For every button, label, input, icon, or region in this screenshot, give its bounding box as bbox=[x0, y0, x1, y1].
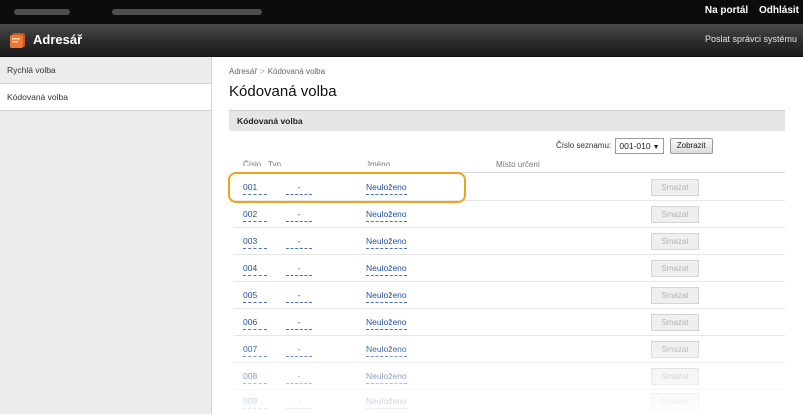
column-header-destination: Místo určení bbox=[496, 160, 541, 169]
delete-button: Smazat bbox=[651, 287, 699, 304]
section-title: Kódovaná volba bbox=[237, 116, 303, 126]
delete-button: Smazat bbox=[651, 393, 699, 410]
delete-button: Smazat bbox=[651, 260, 699, 277]
column-header-name[interactable]: Jméno bbox=[366, 160, 390, 166]
entry-type: - bbox=[286, 344, 312, 357]
blurred-device-info bbox=[112, 9, 262, 15]
entry-number[interactable]: 006 bbox=[243, 317, 267, 330]
breadcrumb: Adresář > Kódovaná volba bbox=[229, 67, 325, 76]
entry-type: - bbox=[286, 182, 312, 195]
table-row: 001 - Neuloženo Smazat bbox=[234, 174, 785, 201]
entry-number[interactable]: 008 bbox=[243, 371, 267, 384]
entry-number[interactable]: 009 bbox=[243, 396, 267, 409]
top-bar: Na portál Odhlásit bbox=[0, 0, 803, 24]
list-number-select[interactable]: 001-010 ▼ bbox=[615, 138, 664, 154]
table-row: 008 - Neuloženo Smazat bbox=[234, 363, 785, 390]
entry-name[interactable]: Neuloženo bbox=[366, 209, 407, 222]
app-header: Adresář Poslat správci systému bbox=[0, 24, 803, 57]
entry-type: - bbox=[286, 371, 312, 384]
entry-number[interactable]: 001 bbox=[243, 182, 267, 195]
delete-button: Smazat bbox=[651, 341, 699, 358]
entry-type: - bbox=[286, 209, 312, 222]
entry-type: - bbox=[286, 317, 312, 330]
breadcrumb-separator: > bbox=[260, 67, 265, 76]
entry-type: - bbox=[286, 236, 312, 249]
table-row: 003 - Neuloženo Smazat bbox=[234, 228, 785, 255]
delete-button: Smazat bbox=[651, 206, 699, 223]
table-row: 005 - Neuloženo Smazat bbox=[234, 282, 785, 309]
entry-name[interactable]: Neuloženo bbox=[366, 263, 407, 276]
sidebar-item-speed-dial[interactable]: Rychlá volba bbox=[0, 57, 211, 84]
entry-name[interactable]: Neuloženo bbox=[366, 396, 407, 409]
breadcrumb-current: Kódovaná volba bbox=[267, 67, 326, 76]
sidebar: Rychlá volba Kódovaná volba bbox=[0, 57, 212, 414]
table-row: 006 - Neuloženo Smazat bbox=[234, 309, 785, 336]
entry-number[interactable]: 005 bbox=[243, 290, 267, 303]
entry-number[interactable]: 004 bbox=[243, 263, 267, 276]
table-row: 004 - Neuloženo Smazat bbox=[234, 255, 785, 282]
show-button[interactable]: Zobrazit bbox=[669, 138, 713, 154]
entry-name[interactable]: Neuloženo bbox=[366, 371, 407, 384]
logout-link[interactable]: Odhlásit bbox=[759, 5, 799, 16]
list-selector: Číslo seznamu: 001-010 ▼ Zobrazit bbox=[556, 138, 713, 154]
delete-button: Smazat bbox=[651, 233, 699, 250]
delete-button: Smazat bbox=[651, 179, 699, 196]
blurred-device-name bbox=[14, 9, 70, 15]
entry-name[interactable]: Neuloženo bbox=[366, 236, 407, 249]
sidebar-item-coded-dial[interactable]: Kódovaná volba bbox=[0, 84, 211, 111]
portal-link[interactable]: Na portál bbox=[705, 5, 748, 16]
breadcrumb-parent[interactable]: Adresář bbox=[229, 67, 257, 76]
column-header-type[interactable]: Typ bbox=[268, 160, 281, 166]
entry-number[interactable]: 007 bbox=[243, 344, 267, 357]
chevron-down-icon: ▼ bbox=[652, 144, 660, 151]
delete-button: Smazat bbox=[651, 368, 699, 385]
table-row: 007 - Neuloženo Smazat bbox=[234, 336, 785, 363]
entry-name[interactable]: Neuloženo bbox=[366, 290, 407, 303]
top-links: Na portál Odhlásit bbox=[697, 5, 799, 16]
page-title: Kódovaná volba bbox=[229, 83, 337, 100]
entry-number[interactable]: 003 bbox=[243, 236, 267, 249]
address-book-icon bbox=[10, 33, 25, 48]
delete-button: Smazat bbox=[651, 314, 699, 331]
app-title: Adresář bbox=[33, 32, 83, 47]
entry-name[interactable]: Neuloženo bbox=[366, 317, 407, 330]
entry-number[interactable]: 002 bbox=[243, 209, 267, 222]
column-header-number[interactable]: Číslo bbox=[243, 160, 261, 166]
entry-type: - bbox=[286, 290, 312, 303]
entry-name[interactable]: Neuloženo bbox=[366, 182, 407, 195]
list-number-label: Číslo seznamu: bbox=[556, 141, 612, 151]
section-header: Kódovaná volba bbox=[229, 110, 785, 131]
table-row: 009 - Neuloženo Smazat bbox=[234, 388, 785, 414]
list-number-value: 001-010 bbox=[619, 141, 651, 151]
entry-name[interactable]: Neuloženo bbox=[366, 344, 407, 357]
entry-type: - bbox=[286, 396, 312, 409]
table-row: 002 - Neuloženo Smazat bbox=[234, 201, 785, 228]
entry-type: - bbox=[286, 263, 312, 276]
contact-admin-link[interactable]: Poslat správci systému bbox=[705, 34, 797, 44]
table-header: Číslo Typ Jméno Místo určení bbox=[234, 158, 785, 173]
